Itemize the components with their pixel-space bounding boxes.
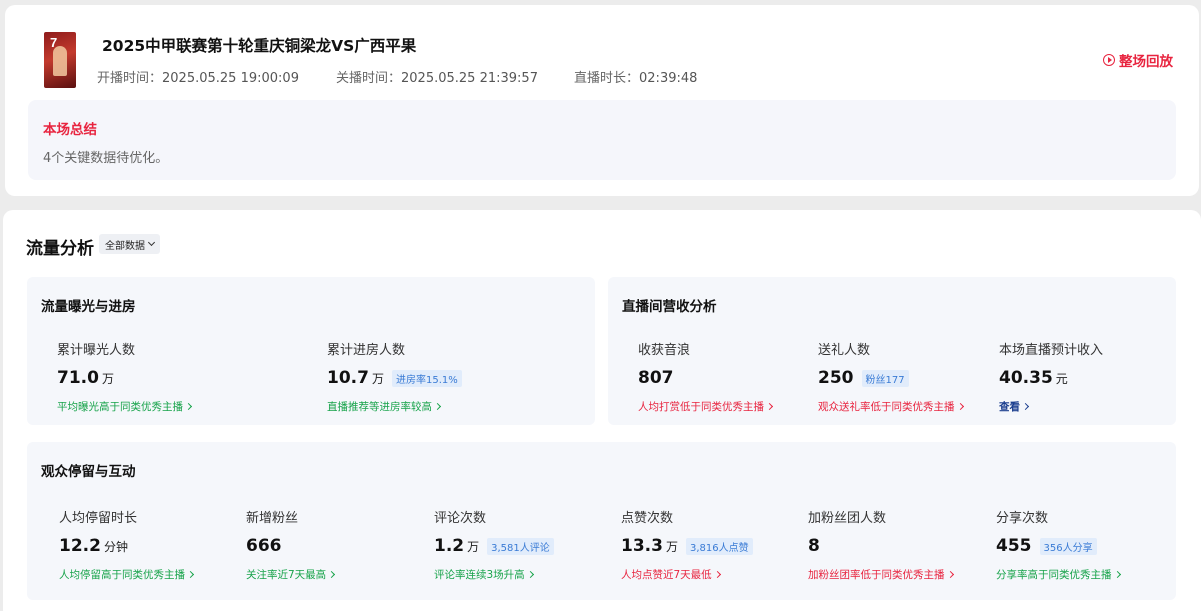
- chevron-right-icon: [328, 570, 336, 579]
- metric-insight-link[interactable]: 直播推荐等进房率较高: [327, 399, 462, 414]
- metric-avg-stay: 人均停留时长 12.2 分钟 人均停留高于同类优秀主播: [59, 507, 195, 582]
- revenue-panel: 直播间营收分析 收获音浪 807 人均打赏低于同类优秀主播 送礼人数 250 粉…: [608, 277, 1176, 425]
- chevron-right-icon: [946, 570, 954, 579]
- session-summary: 本场总结 4个关键数据待优化。: [28, 100, 1176, 180]
- metric-shares: 分享次数 455 356人分享 分享率高于同类优秀主播: [996, 507, 1121, 582]
- panel-title: 直播间营收分析: [622, 299, 717, 315]
- panel-title: 流量曝光与进房: [41, 299, 136, 315]
- data-filter-dropdown[interactable]: 全部数据: [99, 234, 160, 254]
- metric-likes: 点赞次数 13.3 万 3,816人点赞 人均点赞近7天最低: [621, 507, 753, 582]
- sharers-badge: 356人分享: [1039, 537, 1097, 555]
- chevron-right-icon: [526, 570, 534, 579]
- metric-entry-count: 累计进房人数 10.7 万 进房率15.1% 直播推荐等进房率较高: [327, 339, 462, 414]
- metric-exposure-count: 累计曝光人数 71.0 万 平均曝光高于同类优秀主播: [57, 339, 193, 414]
- exposure-panel: 流量曝光与进房 累计曝光人数 71.0 万 平均曝光高于同类优秀主播 累计进房人…: [27, 277, 595, 425]
- chevron-right-icon: [1113, 570, 1121, 579]
- live-title: 2025中甲联赛第十轮重庆铜梁龙VS广西平果: [102, 37, 417, 55]
- panel-title: 观众停留与互动: [41, 464, 136, 480]
- metric-insight-link[interactable]: 加粉丝团率低于同类优秀主播: [808, 567, 954, 582]
- section-title: 流量分析: [26, 239, 94, 259]
- fans-badge: 粉丝177: [861, 369, 909, 387]
- start-time: 开播时间：2025.05.25 19:00:09: [97, 71, 299, 86]
- metric-insight-link[interactable]: 关注率近7天最高: [246, 567, 336, 582]
- metric-insight-link[interactable]: 人均点赞近7天最低: [621, 567, 753, 582]
- metric-sound-waves: 收获音浪 807 人均打赏低于同类优秀主播: [638, 339, 774, 414]
- chevron-right-icon: [713, 570, 721, 579]
- likers-badge: 3,816人点赞: [685, 537, 753, 555]
- chevron-right-icon: [184, 402, 193, 411]
- chevron-right-icon: [1021, 402, 1030, 411]
- metric-new-fans: 新增粉丝 666 关注率近7天最高: [246, 507, 336, 582]
- metric-insight-link[interactable]: 观众送礼率低于同类优秀主播: [818, 399, 964, 414]
- metric-fan-club-joins: 加粉丝团人数 8 加粉丝团率低于同类优秀主播: [808, 507, 954, 582]
- metric-insight-link[interactable]: 评论率连续3场升高: [434, 567, 554, 582]
- retention-panel: 观众停留与互动 人均停留时长 12.2 分钟 人均停留高于同类优秀主播 新增粉丝…: [27, 442, 1176, 600]
- chevron-down-icon: [147, 238, 156, 247]
- metric-insight-link[interactable]: 人均停留高于同类优秀主播: [59, 567, 195, 582]
- full-replay-button[interactable]: 整场回放: [1103, 50, 1173, 70]
- live-session-card: 7 2025中甲联赛第十轮重庆铜梁龙VS广西平果 开播时间：2025.05.25…: [5, 5, 1199, 196]
- play-circle-icon: [1103, 54, 1115, 66]
- view-income-link[interactable]: 查看: [999, 399, 1103, 414]
- chevron-right-icon: [433, 402, 442, 411]
- chevron-right-icon: [765, 402, 774, 411]
- commenters-badge: 3,581人评论: [487, 537, 554, 555]
- chevron-right-icon: [186, 570, 195, 579]
- duration: 直播时长：02:39:48: [574, 71, 698, 86]
- chevron-right-icon: [956, 402, 964, 411]
- metric-insight-link[interactable]: 平均曝光高于同类优秀主播: [57, 399, 193, 414]
- metric-estimated-income: 本场直播预计收入 40.35 元 查看: [999, 343, 1104, 414]
- live-cover-thumbnail: 7: [44, 32, 76, 88]
- summary-text: 4个关键数据待优化。: [43, 151, 169, 166]
- metric-gift-givers: 送礼人数 250 粉丝177 观众送礼率低于同类优秀主播: [818, 339, 964, 414]
- metric-comments: 评论次数 1.2 万 3,581人评论 评论率连续3场升高: [434, 507, 554, 582]
- summary-heading: 本场总结: [43, 122, 97, 138]
- traffic-analysis-card: 流量分析 全部数据 流量曝光与进房 累计曝光人数 71.0 万 平均曝光高于同类…: [3, 210, 1201, 611]
- end-time: 关播时间：2025.05.25 21:39:57: [336, 71, 538, 86]
- entry-rate-badge: 进房率15.1%: [391, 369, 462, 387]
- metric-insight-link[interactable]: 分享率高于同类优秀主播: [996, 567, 1121, 582]
- metric-insight-link[interactable]: 人均打赏低于同类优秀主播: [638, 399, 774, 414]
